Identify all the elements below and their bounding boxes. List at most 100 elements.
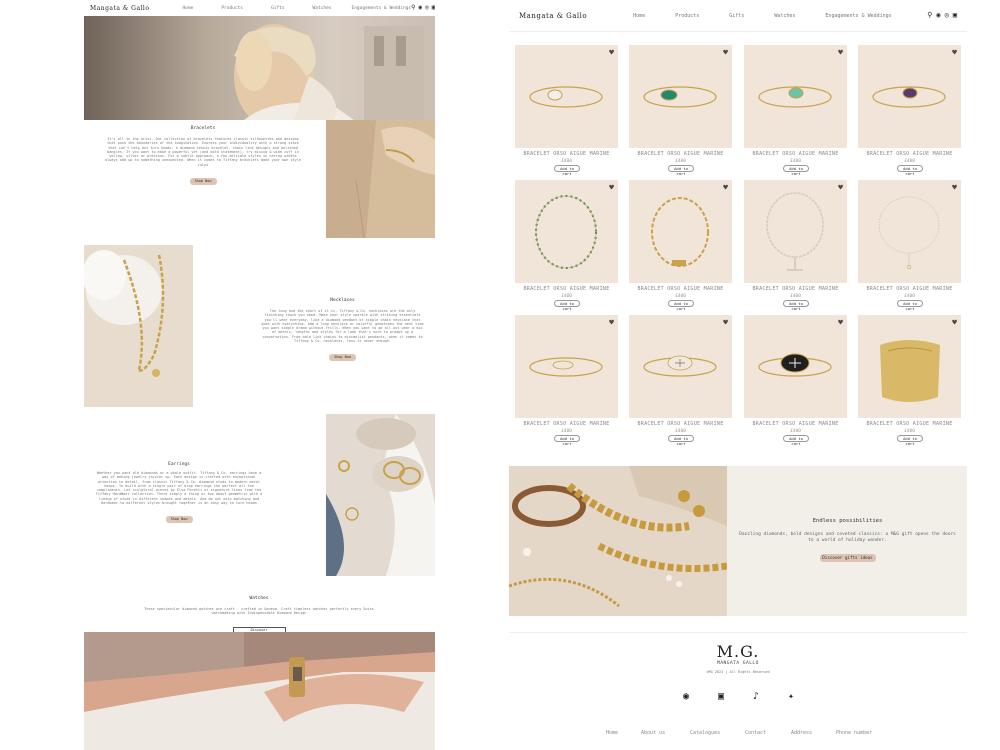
cart-icon[interactable]: ▣: [432, 5, 435, 11]
footer-link-catalogues[interactable]: Catalogues: [690, 730, 720, 736]
product-image[interactable]: [515, 45, 618, 148]
watches-title: Watches: [249, 596, 269, 601]
nav-engagements[interactable]: Engagements & Weddings: [352, 6, 412, 11]
product-image[interactable]: [744, 180, 847, 283]
header-icons-right: ⚲ ◉ ◎ ▣: [927, 12, 957, 19]
footer-link-about[interactable]: About us: [641, 730, 665, 736]
product-image[interactable]: [629, 45, 732, 148]
necklaces-shop-button[interactable]: Shop Now: [329, 354, 356, 362]
product-card[interactable]: ♥ BRACELET ORSO AIGUE MARINE £400 Add to ca…: [515, 45, 618, 185]
product-image[interactable]: [744, 45, 847, 148]
favorite-heart-icon[interactable]: ♥: [609, 48, 614, 57]
settings-icon[interactable]: ◎: [945, 12, 949, 19]
favorite-heart-icon[interactable]: ♥: [952, 318, 957, 327]
brand-logo[interactable]: Mangata & Gallo: [90, 5, 149, 12]
necklaces-image: [84, 245, 193, 407]
product-card[interactable]: ♥ BRACELET ORSO AIGUE MARINE £400 Add to ca…: [515, 180, 618, 320]
add-to-cart-button[interactable]: Add to cart: [783, 300, 809, 311]
favorite-heart-icon[interactable]: ♥: [952, 48, 957, 57]
site-header-right: Mangata & Gallo Home Products Gifts Watc…: [509, 0, 967, 32]
add-to-cart-button[interactable]: Add to cart: [897, 165, 923, 176]
nav-products[interactable]: Products: [221, 6, 243, 11]
favorite-heart-icon[interactable]: ♥: [723, 318, 728, 327]
right-page: Mangata & Gallo Home Products Gifts Watc…: [509, 0, 967, 750]
favorite-heart-icon[interactable]: ♥: [952, 183, 957, 192]
earrings-shop-button[interactable]: Shop Now: [165, 516, 193, 524]
favorite-heart-icon[interactable]: ♥: [723, 183, 728, 192]
promo-banner: Endless possibilities Dazzling diamonds,…: [509, 466, 967, 616]
nav-watches[interactable]: Watches: [313, 6, 332, 11]
product-price: £400: [561, 159, 572, 164]
product-card[interactable]: ♥ BRACELET ORSO AIGUE MARINE £400 Add to ca…: [629, 45, 732, 185]
bracelets-image: [326, 120, 435, 238]
nav-products-right[interactable]: Products: [675, 13, 699, 19]
add-to-cart-button[interactable]: Add to cart: [897, 435, 923, 446]
instagram-icon[interactable]: ▣: [714, 691, 728, 702]
account-icon[interactable]: ◉: [936, 12, 940, 19]
product-card[interactable]: ♥ BRACELET ORSO AIGUE MARINE £400 Add to ca…: [744, 45, 847, 185]
search-icon[interactable]: ⚲: [411, 5, 415, 11]
add-to-cart-button[interactable]: Add to cart: [554, 435, 580, 446]
add-to-cart-button[interactable]: Add to cart: [668, 165, 694, 176]
product-image[interactable]: [858, 315, 961, 418]
favorite-heart-icon[interactable]: ♥: [838, 48, 843, 57]
tiktok-icon[interactable]: ♪: [749, 691, 763, 702]
footer-link-home[interactable]: Home: [606, 730, 618, 736]
product-card[interactable]: ♥ BRACELET ORSO AIGUE MARINE £400 Add to ca…: [858, 180, 961, 320]
product-image[interactable]: [858, 45, 961, 148]
add-to-cart-button[interactable]: Add to cart: [783, 165, 809, 176]
product-image[interactable]: [629, 180, 732, 283]
nav-engagements-right[interactable]: Engagements & Weddings: [825, 13, 891, 19]
promo-discover-button[interactable]: Discover gifts ideas: [819, 554, 876, 562]
favorite-heart-icon[interactable]: ♥: [838, 318, 843, 327]
product-card[interactable]: ♥ BRACELET ORSO AIGUE MARINE £400 Add to ca…: [629, 180, 732, 320]
left-page: Mangata & Gallo Home Products Gifts Watc…: [84, 0, 435, 750]
footer-link-address[interactable]: Address: [791, 730, 812, 736]
product-image[interactable]: [629, 315, 732, 418]
favorite-heart-icon[interactable]: ♥: [609, 318, 614, 327]
twitter-icon[interactable]: ✦: [784, 691, 798, 702]
add-to-cart-button[interactable]: Add to cart: [554, 300, 580, 311]
nav-gifts-right[interactable]: Gifts: [729, 13, 744, 19]
product-name: BRACELET ORSO AIGUE MARINE: [523, 421, 610, 427]
add-to-cart-button[interactable]: Add to cart: [668, 300, 694, 311]
cart-icon[interactable]: ▣: [953, 12, 957, 19]
product-card[interactable]: ♥ BRACELET ORSO AIGUE MARINE £400 Add to ca…: [629, 315, 732, 455]
account-icon[interactable]: ◉: [419, 5, 423, 11]
product-price: £400: [675, 429, 686, 434]
footer-link-phone[interactable]: Phone number: [836, 730, 872, 736]
product-image[interactable]: [744, 315, 847, 418]
product-card[interactable]: ♥ BRACELET ORSO AIGUE MARINE £400 Add to ca…: [744, 180, 847, 320]
add-to-cart-button[interactable]: Add to cart: [668, 435, 694, 446]
product-image[interactable]: [515, 315, 618, 418]
product-card[interactable]: ♥ BRACELET ORSO AIGUE MARINE £400 Add to ca…: [515, 315, 618, 455]
necklaces-body: The long and the short of it is, Tiffany…: [261, 309, 424, 344]
facebook-icon[interactable]: ◉: [679, 691, 693, 702]
add-to-cart-button[interactable]: Add to cart: [783, 435, 809, 446]
nav-home-right[interactable]: Home: [633, 13, 645, 19]
watches-section: Watches These spectacular diamond watche…: [139, 596, 379, 635]
nav-home[interactable]: Home: [182, 6, 193, 11]
settings-icon[interactable]: ◎: [425, 5, 429, 11]
watch-image: [84, 632, 435, 750]
add-to-cart-button[interactable]: Add to cart: [897, 300, 923, 311]
necklaces-title: Necklaces: [330, 298, 355, 303]
product-card[interactable]: ♥ BRACELET ORSO AIGUE MARINE £400 Add to ca…: [858, 315, 961, 455]
add-to-cart-button[interactable]: Add to cart: [554, 165, 580, 176]
footer-link-contact[interactable]: Contact: [745, 730, 766, 736]
product-card[interactable]: ♥ BRACELET ORSO AIGUE MARINE £400 Add to ca…: [744, 315, 847, 455]
favorite-heart-icon[interactable]: ♥: [609, 183, 614, 192]
bracelets-section: Bracelets It's all in the wrist. Our col…: [98, 126, 308, 186]
promo-body: Dazzling diamonds, bold designs and cove…: [739, 532, 956, 543]
nav-watches-right[interactable]: Watches: [774, 13, 795, 19]
favorite-heart-icon[interactable]: ♥: [838, 183, 843, 192]
footer-brand: MANGATA GALLO: [717, 661, 759, 666]
nav-gifts[interactable]: Gifts: [271, 6, 285, 11]
favorite-heart-icon[interactable]: ♥: [723, 48, 728, 57]
bracelets-shop-button[interactable]: Shop Now: [189, 178, 217, 186]
search-icon[interactable]: ⚲: [927, 12, 932, 19]
product-card[interactable]: ♥ BRACELET ORSO AIGUE MARINE £400 Add to ca…: [858, 45, 961, 185]
product-image[interactable]: [858, 180, 961, 283]
product-image[interactable]: [515, 180, 618, 283]
brand-logo-right[interactable]: Mangata & Gallo: [519, 12, 587, 20]
